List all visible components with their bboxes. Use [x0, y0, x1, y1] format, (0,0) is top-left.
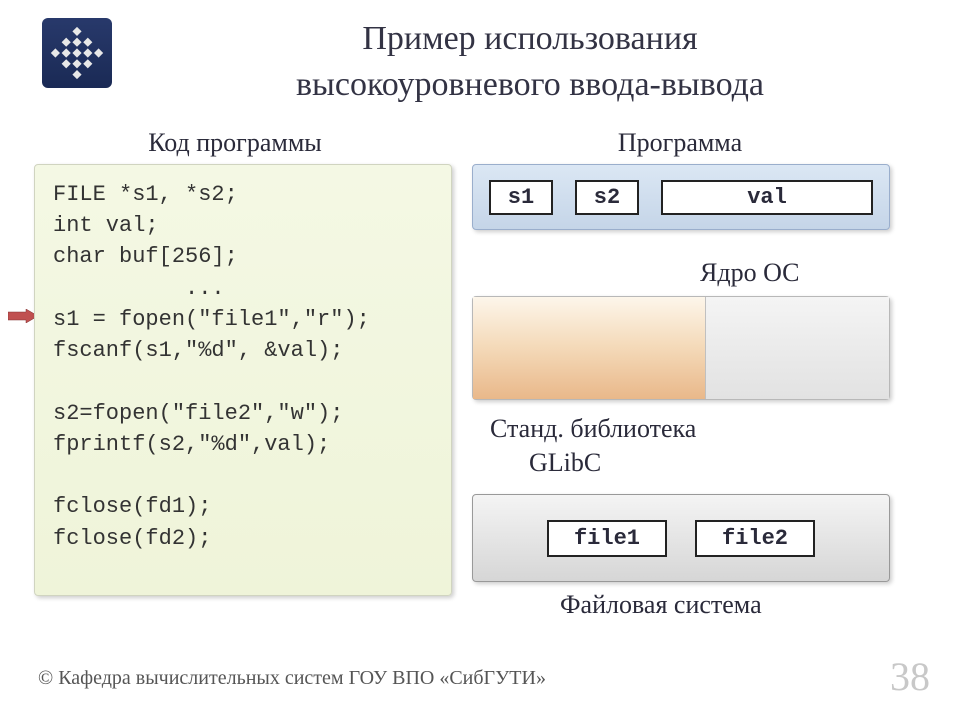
var-s2: s2 [575, 180, 639, 215]
kernel-left-segment [473, 297, 706, 399]
kernel-box [472, 296, 890, 400]
logo-icon [42, 18, 112, 88]
file2-box: file2 [695, 520, 815, 557]
program-box: s1 s2 val [472, 164, 890, 230]
glibc-line-1: Станд. библиотека [490, 414, 696, 443]
glibc-line-2: GLibC [529, 448, 601, 477]
slide-title: Пример использования высокоуровневого вв… [130, 16, 930, 108]
page-number: 38 [890, 653, 930, 700]
code-block: FILE *s1, *s2; int val; char buf[256]; .… [34, 164, 452, 596]
label-code: Код программы [45, 128, 425, 158]
title-line-1: Пример использования [362, 20, 697, 57]
kernel-right-segment [706, 297, 889, 399]
label-program: Программа [470, 128, 890, 158]
var-val: val [661, 180, 873, 215]
label-glibc: Станд. библиотека GLibC [490, 412, 696, 480]
file1-box: file1 [547, 520, 667, 557]
label-kernel: Ядро ОС [700, 258, 800, 288]
label-filesystem: Файловая система [560, 590, 762, 620]
footer-copyright: © Кафедра вычислительных систем ГОУ ВПО … [38, 667, 546, 690]
var-s1: s1 [489, 180, 553, 215]
title-line-2: высокоуровневого ввода-вывода [296, 66, 764, 103]
filesystem-box: file1 file2 [472, 494, 890, 582]
